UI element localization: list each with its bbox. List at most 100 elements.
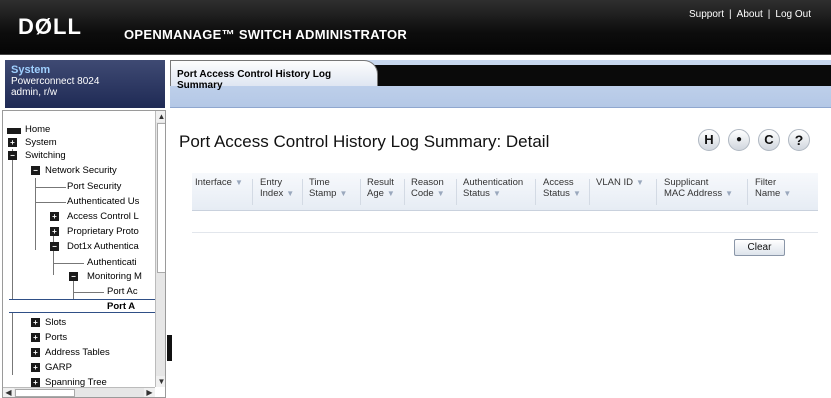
expand-icon[interactable]: + <box>8 138 17 147</box>
scroll-down-icon[interactable]: ▼ <box>156 376 165 387</box>
sort-caret-icon: ▼ <box>286 189 295 198</box>
collapse-icon[interactable]: − <box>69 272 78 281</box>
column-access-status[interactable]: Access Status ▼ <box>543 177 581 199</box>
tree-item-authenticated-users[interactable]: Authenticated Us <box>67 195 139 208</box>
tree-branch-line <box>36 187 66 188</box>
save-icon[interactable]: H <box>698 129 720 151</box>
sort-caret-icon: ▼ <box>492 189 501 198</box>
column-supplicant-mac-address[interactable]: Supplicant MAC Address ▼ <box>664 177 733 199</box>
column-label-line1: Entry <box>260 177 283 188</box>
tab-history-log-summary[interactable]: Port Access Control History Log Summary <box>170 60 378 91</box>
column-time-stamp[interactable]: Time Stamp ▼ <box>309 177 347 199</box>
expand-icon[interactable]: + <box>50 212 59 221</box>
column-label-line1: Reason <box>411 177 444 188</box>
tree-item-switching[interactable]: Switching <box>25 149 66 162</box>
sort-caret-icon: ▼ <box>436 189 445 198</box>
tree-item-port-access-selected[interactable]: Port A <box>107 300 135 313</box>
sort-caret-icon: ▼ <box>339 189 348 198</box>
tree-item-network-security[interactable]: Network Security <box>45 164 117 177</box>
column-reason-code[interactable]: Reason Code ▼ <box>411 177 445 199</box>
link-separator: | <box>767 9 771 20</box>
about-link[interactable]: About <box>737 9 763 20</box>
expand-icon[interactable]: + <box>31 378 40 387</box>
tree-item-system[interactable]: System <box>25 136 57 149</box>
tree-item-proprietary-protocol[interactable]: Proprietary Proto <box>67 225 139 238</box>
scroll-thumb[interactable] <box>15 389 75 397</box>
tree-content: Home + System − Switching − Network Secu… <box>3 111 155 387</box>
collapse-icon[interactable]: − <box>50 242 59 251</box>
tree-item-port-access-1[interactable]: Port Ac <box>107 285 138 298</box>
help-icon[interactable]: ? <box>788 129 810 151</box>
support-link[interactable]: Support <box>689 9 724 20</box>
column-interface[interactable]: Interface ▼ <box>195 177 243 188</box>
clear-button[interactable]: Clear <box>734 239 785 256</box>
print-icon[interactable]: ● <box>728 129 750 151</box>
scroll-thumb[interactable] <box>157 123 165 273</box>
link-separator: | <box>729 9 732 20</box>
column-label-line1: Filter <box>755 177 777 188</box>
column-label-line2: Code <box>411 188 434 199</box>
tab-bar: Port Access Control History Log Summary <box>170 60 831 108</box>
sort-caret-icon: ▼ <box>783 189 792 198</box>
system-user: admin, r/w <box>11 87 58 98</box>
sort-caret-icon: ▼ <box>572 189 581 198</box>
system-label: System <box>11 64 51 76</box>
column-separator <box>252 179 253 205</box>
column-label-line1: Access <box>543 177 574 188</box>
tree-item-dot1x-authentication[interactable]: Dot1x Authentica <box>67 240 139 253</box>
column-label-line2: Status <box>543 188 570 199</box>
tree-horizontal-scrollbar[interactable]: ◀ ▶ <box>3 387 155 397</box>
column-label-line1: Supplicant <box>664 177 709 188</box>
table-body-divider <box>192 232 818 233</box>
main-content: Port Access Control History Log Summary … <box>170 60 831 398</box>
top-links: Support | About | Log Out <box>689 9 811 20</box>
expand-icon[interactable]: + <box>31 348 40 357</box>
expand-icon[interactable]: + <box>50 227 59 236</box>
tree-item-slots[interactable]: Slots <box>45 316 66 329</box>
tree-branch-line <box>36 202 66 203</box>
column-separator <box>656 179 657 205</box>
refresh-icon[interactable]: C <box>758 129 780 151</box>
tree-branch-line <box>54 263 84 264</box>
column-authentication-status[interactable]: Authentication Status ▼ <box>463 177 523 199</box>
tree-item-address-tables[interactable]: Address Tables <box>45 346 110 359</box>
tree-item-access-control-lists[interactable]: Access Control L <box>67 210 139 223</box>
tree-item-port-security[interactable]: Port Security <box>67 180 121 193</box>
column-separator <box>302 179 303 205</box>
column-label-line2: Index <box>260 188 284 199</box>
expand-icon[interactable]: + <box>31 363 40 372</box>
tree-item-home[interactable]: Home <box>25 123 50 136</box>
expand-icon[interactable]: + <box>31 333 40 342</box>
app-window: DØLL OPENMANAGE™ SWITCH ADMINISTRATOR Su… <box>0 0 831 398</box>
column-result-age[interactable]: Result Age ▼ <box>367 177 395 199</box>
tree-item-garp[interactable]: GARP <box>45 361 72 374</box>
navigation-tree: Home + System − Switching − Network Secu… <box>2 110 166 398</box>
scroll-right-icon[interactable]: ▶ <box>144 388 155 397</box>
collapse-icon[interactable]: − <box>31 166 40 175</box>
scroll-left-icon[interactable]: ◀ <box>3 388 14 397</box>
tree-item-monitoring[interactable]: Monitoring M <box>87 270 142 283</box>
column-vlan-id[interactable]: VLAN ID ▼ <box>596 177 644 188</box>
sort-caret-icon: ▼ <box>635 178 644 187</box>
tree-item-authentication[interactable]: Authenticati <box>87 256 137 269</box>
column-label-line1: Authentication <box>463 177 524 188</box>
tree-item-spanning-tree[interactable]: Spanning Tree <box>45 376 107 387</box>
expand-icon[interactable]: + <box>31 318 40 327</box>
column-label-line2: MAC Address <box>664 188 723 199</box>
column-label-line2: VLAN ID <box>596 177 633 188</box>
tree-vertical-scrollbar[interactable]: ▲ ▼ <box>155 111 165 387</box>
tree-item-ports[interactable]: Ports <box>45 331 67 344</box>
collapse-icon[interactable]: − <box>8 151 17 160</box>
column-label-line2: Interface <box>195 177 232 188</box>
column-separator <box>747 179 748 205</box>
sort-caret-icon: ▼ <box>386 189 395 198</box>
app-title: OPENMANAGE™ SWITCH ADMINISTRATOR <box>124 27 408 42</box>
column-entry-index[interactable]: Entry Index ▼ <box>260 177 294 199</box>
column-filter-name[interactable]: Filter Name ▼ <box>755 177 791 199</box>
column-separator <box>535 179 536 205</box>
tree-guide-line <box>12 149 13 375</box>
logout-link[interactable]: Log Out <box>775 9 811 20</box>
scroll-up-icon[interactable]: ▲ <box>156 111 165 122</box>
column-label-line2: Stamp <box>309 188 337 199</box>
column-label-line2: Age <box>367 188 384 199</box>
